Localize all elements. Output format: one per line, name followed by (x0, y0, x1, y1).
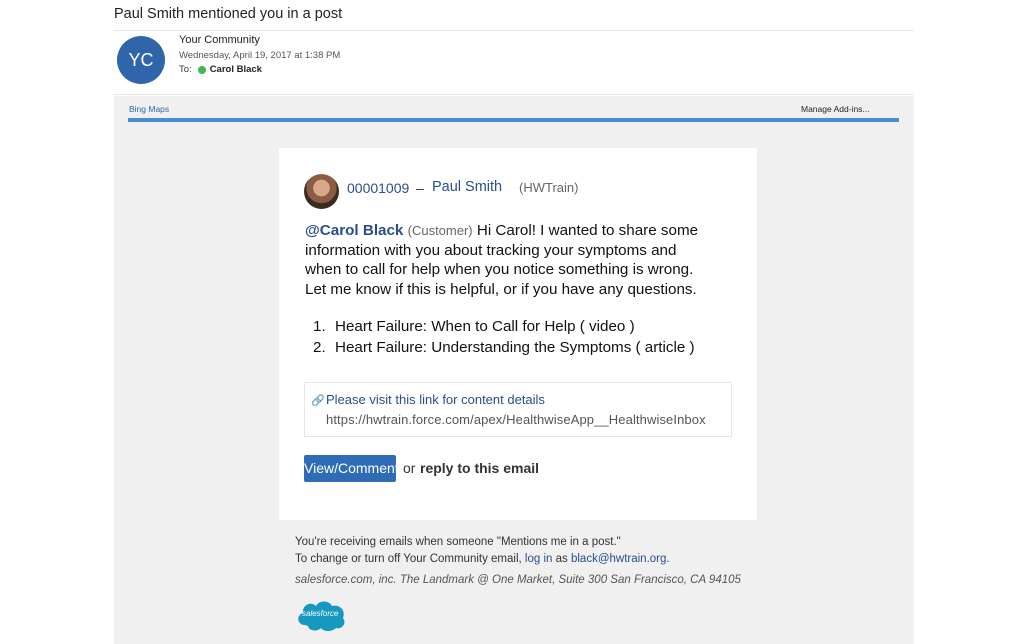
author-name-link[interactable]: Paul Smith (432, 179, 502, 195)
or-text: or (403, 460, 416, 476)
resource-label[interactable]: Heart Failure: Understanding the Symptom… (335, 339, 695, 356)
link-preview-box[interactable] (304, 382, 732, 437)
recipient-name[interactable]: Carol Black (210, 64, 262, 75)
resource-number: 1. (313, 318, 326, 335)
to-label: To: (179, 64, 192, 75)
sender-name[interactable]: Your Community (179, 34, 260, 46)
footer-settings-line: To change or turn off Your Community ema… (295, 553, 670, 565)
link-icon: 🔗 (311, 395, 325, 407)
header-divider (114, 94, 914, 95)
title-separator: – (416, 180, 424, 196)
footer-notice: You're receiving emails when someone "Me… (295, 536, 621, 548)
author-photo[interactable] (304, 174, 339, 209)
company-address: salesforce.com, inc. The Landmark @ One … (295, 574, 741, 586)
email-date: Wednesday, April 19, 2017 at 1:38 PM (179, 50, 341, 61)
reply-hint: reply to this email (420, 460, 540, 476)
mention-link[interactable]: @Carol Black (305, 222, 403, 239)
addin-accent-bar (128, 118, 899, 122)
link-title[interactable]: Please visit this link for content detai… (326, 392, 545, 407)
message-line: information with you about tracking your… (305, 241, 677, 259)
link-url[interactable]: https://hwtrain.force.com/apex/Healthwis… (326, 412, 706, 427)
mention-role: (Customer) (407, 223, 473, 238)
bing-maps-addin-link[interactable]: Bing Maps (129, 104, 169, 114)
manage-addins-link[interactable]: Manage Add-ins... (801, 104, 870, 114)
view-comment-button[interactable]: View/Comment (304, 455, 396, 482)
footer-period: . (666, 553, 670, 565)
salesforce-logo-text: salesforce (302, 609, 339, 618)
header-divider (114, 30, 914, 31)
resource-number: 2. (313, 339, 326, 356)
footer-prefix: To change or turn off Your Community ema… (295, 553, 522, 565)
recipient-row: To: Carol Black (179, 64, 262, 75)
author-org: (HWTrain) (519, 180, 579, 195)
resource-item[interactable]: 2. Heart Failure: Understanding the Sympt… (313, 337, 695, 358)
resource-list: 1. Heart Failure: When to Call for Help (… (313, 316, 695, 358)
sender-avatar[interactable]: YC (117, 36, 165, 84)
message-line: when to call for help when you notice so… (305, 261, 694, 279)
case-number-link[interactable]: 00001009 (347, 180, 409, 196)
login-link[interactable]: log in (525, 553, 553, 565)
email-subject: Paul Smith mentioned you in a post (114, 6, 343, 22)
message-line: Let me know if this is helpful, or if yo… (305, 280, 697, 298)
message-line: Hi Carol! I wanted to share some (476, 222, 699, 239)
email-address-link[interactable]: black@hwtrain.org (571, 553, 666, 565)
resource-item[interactable]: 1. Heart Failure: When to Call for Help (… (313, 316, 695, 337)
presence-status-icon (197, 65, 206, 74)
footer-as: as (555, 553, 568, 565)
resource-label[interactable]: Heart Failure: When to Call for Help ( v… (335, 318, 635, 335)
post-message: @Carol Black (Customer) Hi Carol! I want… (305, 221, 725, 299)
